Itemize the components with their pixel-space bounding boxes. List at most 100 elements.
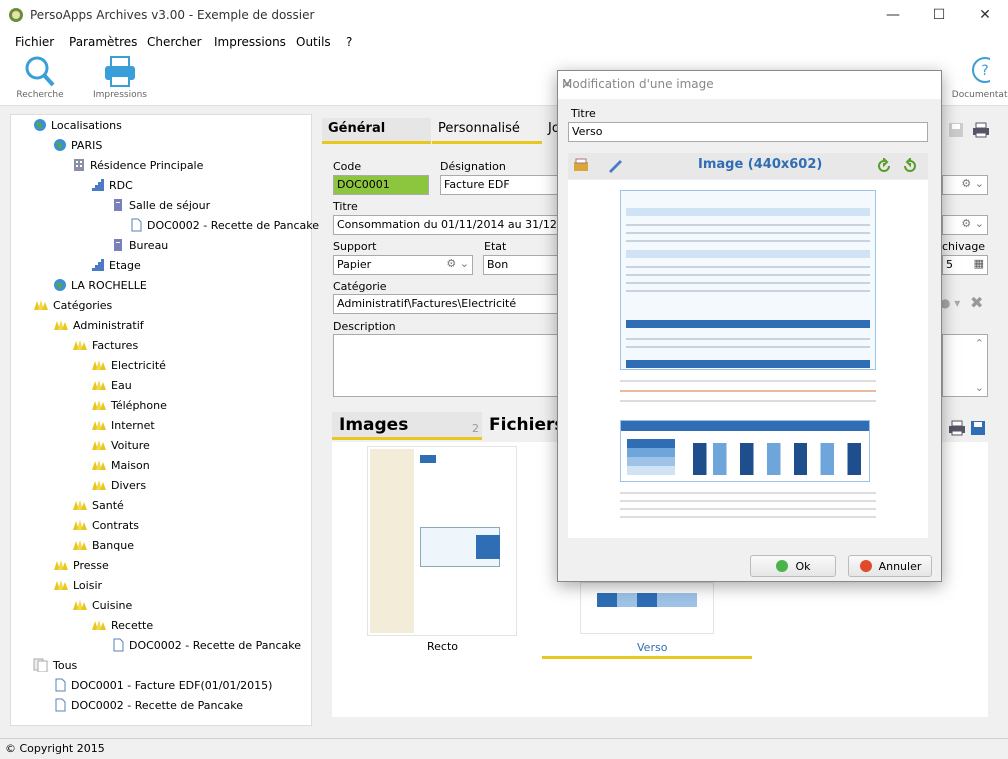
- category-label: Catégorie: [333, 280, 387, 293]
- tab-custom[interactable]: Personnalisé: [432, 118, 542, 144]
- dialog-title-input[interactable]: Verso: [568, 122, 928, 142]
- designation-field[interactable]: Facture EDF: [440, 175, 557, 195]
- scroll-up-icon[interactable]: ⌃: [975, 337, 984, 350]
- tree-item[interactable]: Catégories: [33, 296, 112, 314]
- close-button[interactable]: ✕: [962, 0, 1008, 30]
- tree-item[interactable]: Localisations: [33, 116, 122, 134]
- tree-item[interactable]: Electricité: [91, 356, 166, 374]
- description-field[interactable]: [333, 334, 557, 397]
- rotate-left-icon[interactable]: [876, 158, 892, 174]
- tree-item-label: DOC0002 - Recette de Pancake: [71, 698, 244, 712]
- tree-item[interactable]: Bureau: [111, 236, 168, 254]
- tree-item-label: Etage: [109, 258, 141, 272]
- archive-value: 5: [946, 258, 953, 271]
- scan-icon[interactable]: [572, 157, 590, 175]
- state-select[interactable]: Bon: [483, 255, 557, 275]
- tree-item[interactable]: Eau: [91, 376, 132, 394]
- rotate-right-icon[interactable]: [902, 158, 918, 174]
- ok-button[interactable]: Ok: [750, 555, 836, 577]
- folders-icon: [91, 618, 107, 632]
- documentation-toolbar-button[interactable]: ? Documentation: [935, 54, 1008, 100]
- tree-item[interactable]: Maison: [91, 456, 150, 474]
- print-toolbar-button[interactable]: Impressions: [92, 54, 148, 100]
- save-images-icon[interactable]: [970, 420, 986, 436]
- scroll-down-icon[interactable]: ⌄: [975, 381, 984, 394]
- right-select-1[interactable]: ⚙ ⌄: [942, 175, 988, 195]
- tree-item[interactable]: Presse: [53, 556, 109, 574]
- tree-item-label: PARIS: [71, 138, 103, 152]
- tree-item[interactable]: Factures: [72, 336, 138, 354]
- archive-date-field[interactable]: 5 ▦: [942, 255, 988, 275]
- support-select[interactable]: Papier ⚙ ⌄: [333, 255, 473, 275]
- title-bar: PersoApps Archives v3.00 - Exemple de do…: [0, 0, 1008, 30]
- tree-item[interactable]: Voiture: [91, 436, 150, 454]
- floor-icon: [91, 178, 105, 192]
- title-field[interactable]: Consommation du 01/11/2014 au 31/12/2014: [333, 215, 557, 235]
- tree-item[interactable]: RDC: [91, 176, 133, 194]
- title-label: Titre: [333, 200, 358, 213]
- verso-thumbnail[interactable]: [580, 582, 714, 634]
- building-icon: [72, 158, 86, 172]
- tree-item[interactable]: DOC0001 - Facture EDF(01/01/2015): [53, 676, 272, 694]
- calendar-icon: ▦: [973, 257, 984, 270]
- tab-general[interactable]: Général: [322, 118, 431, 144]
- tree-item[interactable]: DOC0002 - Recette de Pancake: [53, 696, 243, 714]
- chevron-down-icon: ⚙ ⌄: [961, 217, 984, 230]
- tree-item[interactable]: Cuisine: [72, 596, 132, 614]
- tree-item[interactable]: Tous: [33, 656, 77, 674]
- tab-third[interactable]: Jo: [543, 118, 557, 144]
- folders-icon: [91, 438, 107, 452]
- description-scroll[interactable]: ⌃ ⌄: [942, 334, 988, 397]
- cancel-button[interactable]: Annuler: [848, 555, 932, 577]
- tree-item-label: Eau: [111, 378, 132, 392]
- tree-item[interactable]: Recette: [91, 616, 153, 634]
- tree-item[interactable]: Contrats: [72, 516, 139, 534]
- tree-item[interactable]: DOC0002 - Recette de Pancake: [129, 216, 319, 234]
- red-circle-icon: [859, 560, 872, 572]
- code-field[interactable]: DOC0001: [333, 175, 429, 195]
- doc-icon: [129, 218, 143, 232]
- tree-item-label: Localisations: [51, 118, 122, 132]
- tree-item[interactable]: LA ROCHELLE: [53, 276, 147, 294]
- tree-item[interactable]: Téléphone: [91, 396, 167, 414]
- tree-item[interactable]: Salle de séjour: [111, 196, 210, 214]
- folders-icon: [72, 538, 88, 552]
- menu-help[interactable]: ?: [346, 35, 352, 49]
- search-toolbar-button[interactable]: Recherche: [14, 54, 66, 100]
- images-count: 2: [472, 422, 479, 435]
- tree-item[interactable]: Administratif: [53, 316, 144, 334]
- images-section-tab[interactable]: Images 2: [332, 412, 482, 440]
- close-icon[interactable]: ✖: [970, 293, 983, 312]
- print-icon[interactable]: [972, 122, 990, 138]
- menu-chercher[interactable]: Chercher: [147, 35, 202, 49]
- edit-image-icon[interactable]: [606, 157, 624, 175]
- tree-item[interactable]: DOC0002 - Recette de Pancake: [111, 636, 301, 654]
- menu-impressions[interactable]: Impressions: [214, 35, 286, 49]
- svg-text:?: ?: [981, 63, 988, 79]
- tree-item-label: Banque: [92, 538, 134, 552]
- tree-item[interactable]: Divers: [91, 476, 146, 494]
- tree-item[interactable]: Résidence Principale: [72, 156, 203, 174]
- tree-item[interactable]: Santé: [72, 496, 124, 514]
- menu-parametres[interactable]: Paramètres: [69, 35, 137, 49]
- save-icon[interactable]: [948, 122, 964, 138]
- tree-item[interactable]: Etage: [91, 256, 141, 274]
- print-images-icon[interactable]: [948, 420, 966, 436]
- dialog-close-icon[interactable]: ✕: [562, 77, 935, 91]
- tree-item[interactable]: Banque: [72, 536, 134, 554]
- right-select-2[interactable]: ⚙ ⌄: [942, 215, 988, 235]
- files-header[interactable]: Fichiers: [489, 415, 564, 435]
- menu-outils[interactable]: Outils: [296, 35, 331, 49]
- recto-thumbnail[interactable]: [367, 446, 517, 636]
- tree-item[interactable]: PARIS: [53, 136, 102, 154]
- clear-category-icon[interactable]: ● ▾: [940, 296, 960, 310]
- tree-item[interactable]: Loisir: [53, 576, 102, 594]
- category-field[interactable]: Administratif\Factures\Electricité: [333, 294, 557, 314]
- tree-item[interactable]: Internet: [91, 416, 155, 434]
- minimize-button[interactable]: —: [870, 0, 916, 30]
- tree-item-label: Voiture: [111, 438, 150, 452]
- tree-item-label: RDC: [109, 178, 133, 192]
- menu-fichier[interactable]: Fichier: [15, 35, 54, 49]
- chevron-down-icon: ⚙ ⌄: [961, 177, 984, 190]
- maximize-button[interactable]: ☐: [916, 0, 962, 30]
